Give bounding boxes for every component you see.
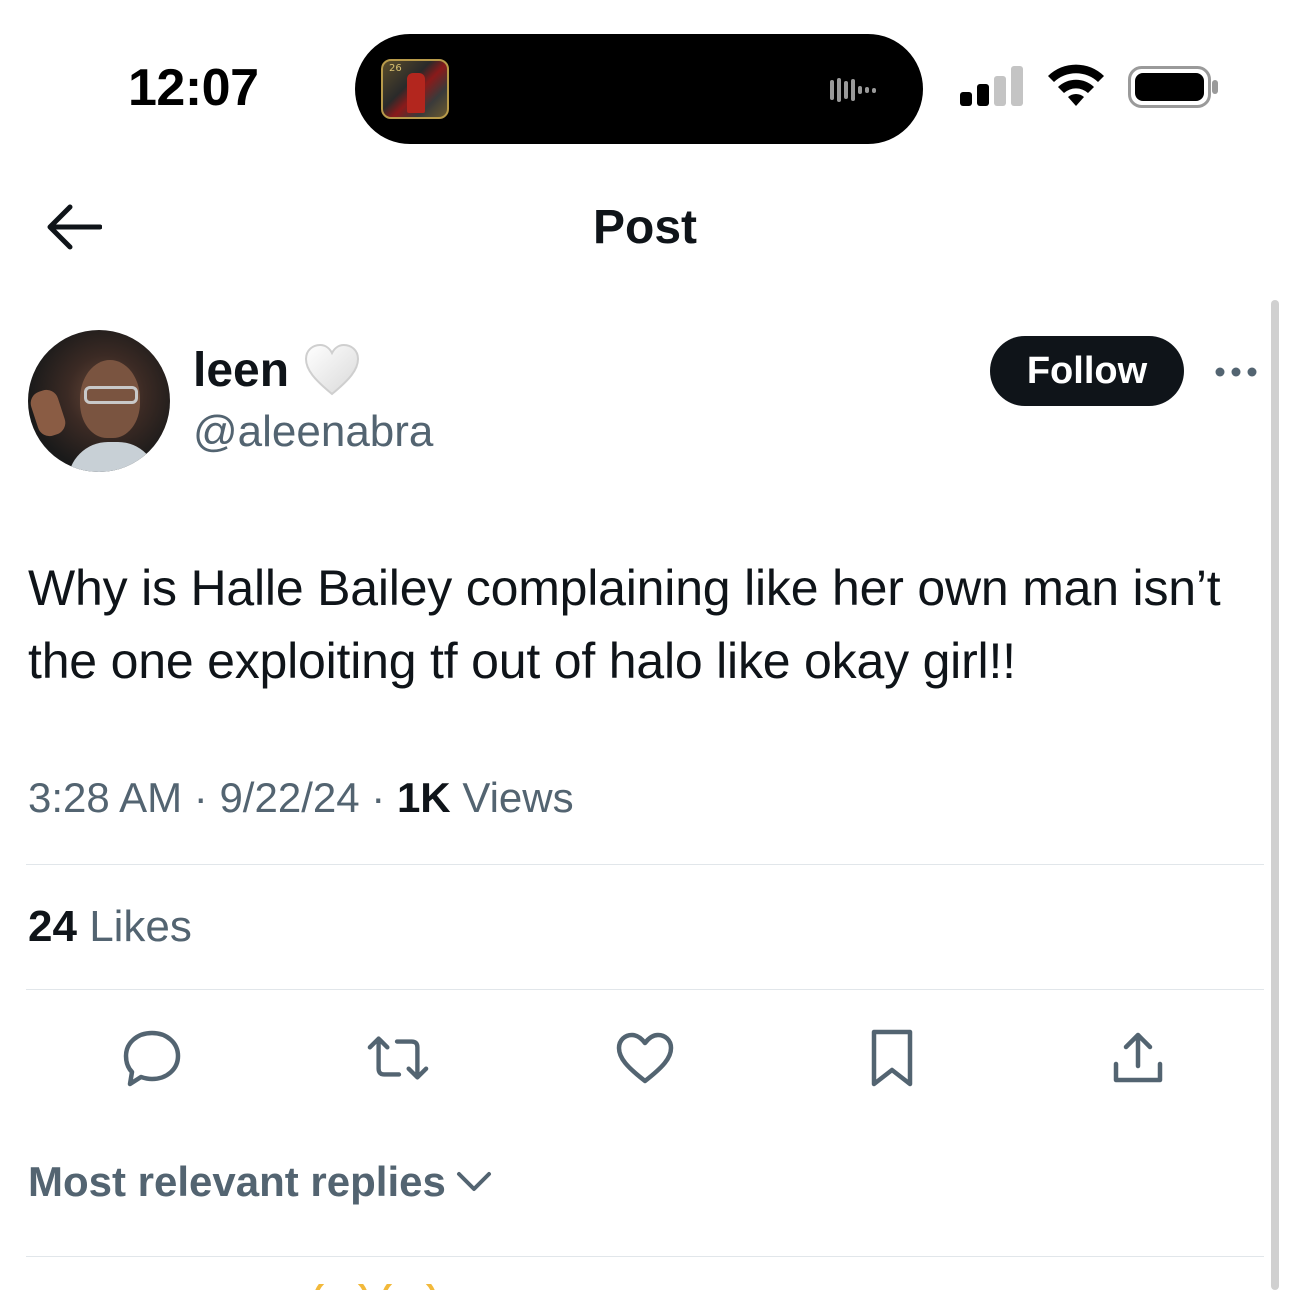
meta-separator: · <box>193 774 208 821</box>
divider <box>26 864 1264 865</box>
battery-icon <box>1128 66 1218 108</box>
scrollbar[interactable] <box>1271 300 1279 1290</box>
display-name-text: leen <box>193 343 290 397</box>
views-count: 1K <box>396 774 451 821</box>
chevron-down-icon <box>456 1172 491 1191</box>
post-screen: 12:07 26 Post leen @aleenabra Follow Why… <box>0 0 1290 1290</box>
likes-label: Likes <box>89 902 192 951</box>
divider <box>26 1256 1264 1257</box>
wifi-icon <box>1048 64 1104 106</box>
replies-sort-dropdown[interactable]: Most relevant replies <box>28 1158 492 1206</box>
page-title: Post <box>592 201 697 254</box>
like-icon <box>616 1032 674 1084</box>
likes-summary[interactable]: 24 Likes <box>28 902 192 952</box>
tweet-meta: 3:28 AM · 9/22/24 · 1K Views <box>28 774 574 822</box>
replies-sort-label: Most relevant replies <box>28 1158 446 1205</box>
meta-separator: · <box>371 774 386 821</box>
author-display-name[interactable]: leen <box>193 342 361 398</box>
follow-button[interactable]: Follow <box>990 336 1184 406</box>
share-icon <box>1113 1032 1163 1083</box>
more-options-button[interactable] <box>1212 355 1260 389</box>
artwork-label: 26 <box>389 63 402 74</box>
audio-waveform-icon <box>830 78 876 102</box>
tweet-text: Why is Halle Bailey complaining like her… <box>28 560 1221 689</box>
more-horizontal-icon <box>1215 367 1257 377</box>
likes-count: 24 <box>28 902 77 951</box>
cellular-signal-icon <box>960 66 1023 106</box>
repost-icon <box>367 1036 429 1080</box>
status-time: 12:07 <box>128 59 259 117</box>
bookmark-button[interactable] <box>860 1026 924 1090</box>
author-handle[interactable]: @aleenabra <box>193 407 433 457</box>
reply-icon <box>123 1030 181 1087</box>
now-playing-artwork: 26 <box>381 59 449 119</box>
divider <box>26 989 1264 990</box>
repost-button[interactable] <box>366 1026 430 1090</box>
tweet-date[interactable]: 9/22/24 <box>219 774 359 821</box>
like-button[interactable] <box>613 1026 677 1090</box>
avatar[interactable] <box>28 330 170 472</box>
reply-emoji-peek-icon <box>315 1284 435 1290</box>
share-button[interactable] <box>1106 1026 1170 1090</box>
views-label: Views <box>462 774 574 821</box>
bookmark-icon <box>871 1029 913 1087</box>
reply-button[interactable] <box>120 1026 184 1090</box>
dynamic-island[interactable]: 26 <box>355 34 923 144</box>
tweet-time[interactable]: 3:28 AM <box>28 774 182 821</box>
white-heart-icon <box>305 343 360 396</box>
